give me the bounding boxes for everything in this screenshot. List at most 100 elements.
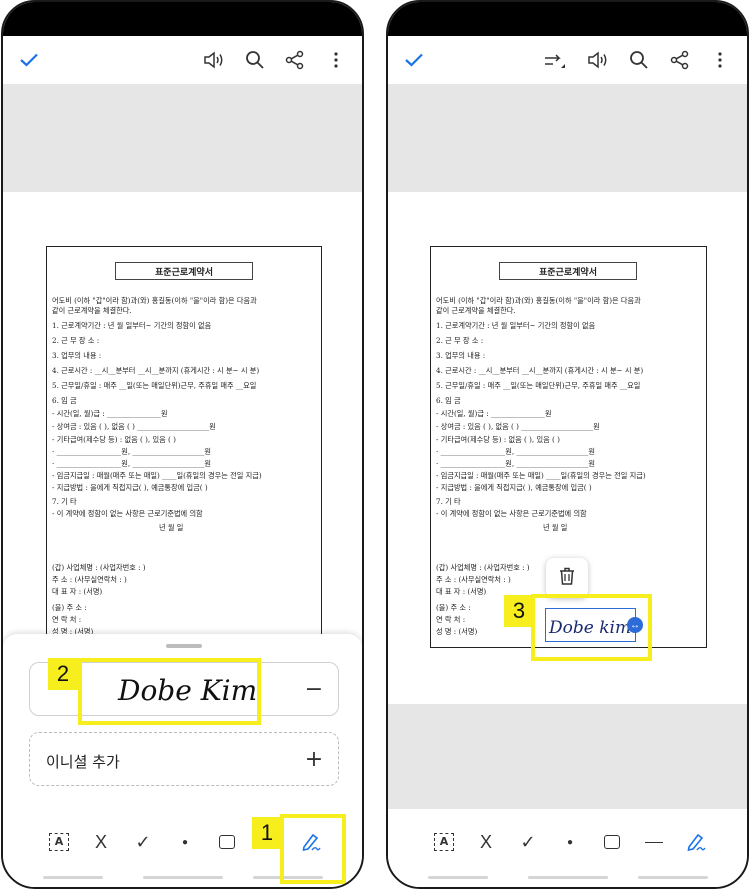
search-icon[interactable] — [625, 46, 653, 74]
nav-indicator-left — [428, 876, 488, 879]
contract-line: 주 소 : (사무실연락처 : ) — [52, 575, 127, 584]
contract-line: 1. 근로계약기간 : 년 월 일부터~ 기간의 정함이 없음 — [436, 321, 596, 330]
page-gap-bottom — [388, 704, 747, 813]
contract-title: 표준근로계약서 — [499, 262, 637, 280]
contract-line: 4. 근로시간 : __시__분부터 __시__분까지 (휴게시간 : 시 분~… — [436, 366, 644, 375]
check-tool[interactable]: ✓ — [130, 829, 156, 855]
add-initial-card[interactable]: 이니셜 추가 + — [29, 732, 339, 786]
page-gap-top — [388, 84, 747, 192]
contract-line: 3. 업무의 내용 : — [436, 351, 486, 360]
contract-line: · __________________원, _________________… — [52, 459, 211, 468]
more-vertical-icon[interactable] — [322, 46, 350, 74]
step-badge-2: 2 — [48, 658, 78, 690]
contract-line: (갑) 사업체명 : (사업자번호 : ) — [52, 563, 146, 572]
signature-context-menu — [546, 558, 588, 598]
right-phone-screen: 표준근로계약서 어도비 (이하 "갑"이라 함)과(와) 홍길동(이하 "을"이… — [386, 0, 749, 889]
speaker-icon[interactable] — [584, 46, 612, 74]
contract-line: 2. 근 무 장 소 : — [52, 336, 100, 345]
add-initial-button[interactable]: + — [300, 745, 328, 773]
top-toolbar — [388, 36, 747, 84]
contract-line: 1. 근로계약기간 : 년 월 일부터~ 기간의 정함이 없음 — [52, 321, 212, 330]
reflow-icon[interactable] — [541, 46, 569, 74]
contract-line: 어도비 (이하 "갑"이라 함)과(와) 홍길동(이하 "을"이라 함)은 다음… — [436, 296, 641, 305]
contract-line: 7. 기 타 — [52, 497, 77, 506]
nav-indicator-left — [43, 876, 103, 879]
rectangle-tool[interactable] — [214, 829, 240, 855]
contract-line: 주 소 : (사무실연락처 : ) — [436, 575, 511, 584]
contract-title: 표준근로계약서 — [115, 262, 253, 280]
contract-line: (을) 주 소 : — [52, 603, 87, 612]
contract-line: 같이 근로계약을 체결한다. — [52, 306, 132, 315]
rectangle-tool[interactable] — [599, 829, 625, 855]
contract-line: 대 표 자 : (서명) — [52, 587, 103, 596]
contract-line: - 지급방법 : 을에게 직접지급( ), 예금통장에 입금( ) — [436, 483, 592, 492]
left-phone-screen: 표준근로계약서 어도비 (이하 "갑"이라 함)과(와) 홍길동(이하 "을"이… — [1, 0, 364, 889]
contract-line: 3. 업무의 내용 : — [52, 351, 102, 360]
step-badge-1: 1 — [252, 817, 282, 849]
contract-line: · __________________원, _________________… — [52, 447, 211, 456]
contract-line: 년 월 일 — [543, 523, 568, 532]
top-toolbar — [3, 36, 362, 84]
contract-line: - 상여금 : 있음 ( ), 없음 ( ) _________________… — [436, 422, 600, 431]
contract-line: 어도비 (이하 "갑"이라 함)과(와) 홍길동(이하 "을"이라 함)은 다음… — [52, 296, 257, 305]
contract-line: 대 표 자 : (서명) — [436, 587, 487, 596]
contract-line: 같이 근로계약을 체결한다. — [436, 306, 516, 315]
highlight-placed-signature — [531, 594, 652, 661]
contract-line: - 기타급여(제수당 등) : 없음 ( ), 있음 ( ) — [52, 435, 176, 444]
contract-line: (을) 주 소 : — [436, 603, 471, 612]
sheet-handle[interactable] — [166, 644, 202, 648]
contract-line: 2. 근 무 장 소 : — [436, 336, 484, 345]
search-icon[interactable] — [241, 46, 269, 74]
contract-line: 년 월 일 — [159, 523, 184, 532]
check-tool[interactable]: ✓ — [515, 829, 541, 855]
check-icon[interactable] — [15, 46, 43, 74]
contract-line: (갑) 사업체명 : (사업자번호 : ) — [436, 563, 530, 572]
contract-line: · __________________원, _________________… — [436, 459, 595, 468]
annotation-toolbar: A X ✓ ● — [388, 809, 747, 887]
share-icon[interactable] — [666, 46, 694, 74]
contract-line: 5. 근무일/휴일 : 매주 __일(또는 매일단위)근무, 주휴일 매주 __… — [436, 381, 641, 390]
check-icon[interactable] — [400, 46, 428, 74]
dot-tool[interactable]: ● — [172, 829, 198, 855]
highlight-signature — [78, 658, 261, 725]
contract-line: 연 락 처 : — [436, 615, 466, 624]
contract-line: - 시간(일, 월)급 : _______________원 — [436, 409, 552, 418]
contract-line: 연 락 처 : — [52, 615, 82, 624]
contract-line: - 임금지급일 : 매월(매주 또는 매일) ____일(휴일의 경우는 전일 … — [436, 471, 646, 480]
more-vertical-icon[interactable] — [706, 46, 734, 74]
text-box-tool[interactable]: A — [431, 829, 457, 855]
contract-line: 4. 근로시간 : __시__분부터 __시__분까지 (휴게시간 : 시 분~… — [52, 366, 260, 375]
add-initial-label: 이니셜 추가 — [46, 753, 120, 771]
cross-tool[interactable]: X — [88, 829, 114, 855]
share-icon[interactable] — [281, 46, 309, 74]
contract-line: · __________________원, _________________… — [436, 447, 595, 456]
line-tool[interactable] — [641, 829, 667, 855]
contract-line: - 시간(일, 월)급 : _______________원 — [52, 409, 168, 418]
pen-signature-icon[interactable] — [683, 829, 709, 855]
trash-icon[interactable] — [558, 566, 576, 591]
page-gap — [3, 84, 362, 192]
nav-indicator-right — [638, 876, 708, 879]
step-badge-3: 3 — [504, 595, 534, 627]
contract-line: - 기타급여(제수당 등) : 없음 ( ), 있음 ( ) — [436, 435, 560, 444]
contract-line: - 이 계약에 정함이 없는 사항은 근로기준법에 의함 — [436, 509, 587, 518]
text-box-tool[interactable]: A — [46, 829, 72, 855]
contract-line: 5. 근무일/휴일 : 매주 __일(또는 매일단위)근무, 주휴일 매주 __… — [52, 381, 257, 390]
contract-line: - 지급방법 : 을에게 직접지급( ), 예금통장에 입금( ) — [52, 483, 208, 492]
contract-line: - 임금지급일 : 매월(매주 또는 매일) ____일(휴일의 경우는 전일 … — [52, 471, 262, 480]
dot-tool[interactable]: ● — [557, 829, 583, 855]
contract-line: - 이 계약에 정함이 없는 사항은 근로기준법에 의함 — [52, 509, 203, 518]
contract-line: 6. 임 금 — [52, 396, 77, 405]
contract-line: 7. 기 타 — [436, 497, 461, 506]
nav-indicator-center — [528, 876, 608, 879]
contract-line: 6. 임 금 — [436, 396, 461, 405]
contract-line: 성 명 : (서명) — [436, 627, 478, 636]
contract-line: - 상여금 : 있음 ( ), 없음 ( ) _________________… — [52, 422, 216, 431]
speaker-icon[interactable] — [200, 46, 228, 74]
status-bar — [388, 2, 747, 36]
remove-signature-button[interactable]: − — [300, 675, 328, 703]
cross-tool[interactable]: X — [473, 829, 499, 855]
status-bar — [3, 2, 362, 36]
contract-page: 표준근로계약서 어도비 (이하 "갑"이라 함)과(와) 홍길동(이하 "을"이… — [46, 246, 322, 646]
highlight-sign-tool — [280, 814, 346, 884]
